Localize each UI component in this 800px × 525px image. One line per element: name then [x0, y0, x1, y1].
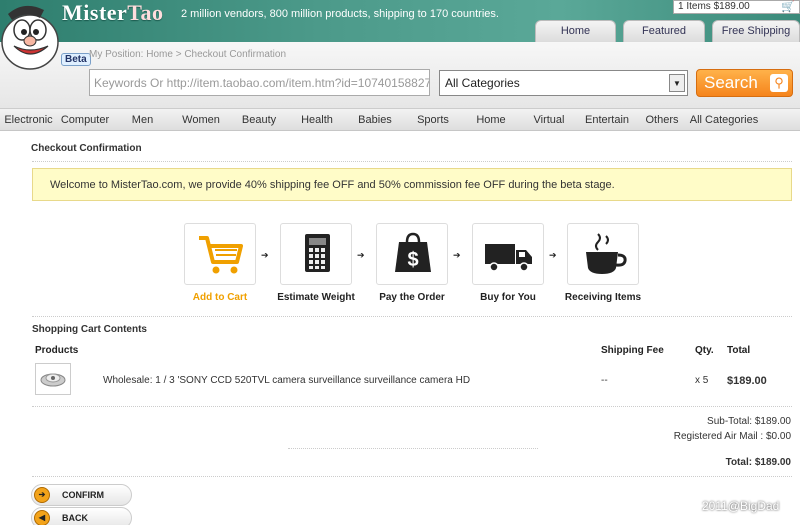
category-home[interactable]: Home [462, 109, 520, 130]
back-label: BACK [62, 513, 88, 523]
nav-home[interactable]: Home [535, 20, 616, 42]
cart-section-title: Shopping Cart Contents [32, 324, 147, 335]
cart-icon [199, 236, 243, 274]
page-title: Checkout Confirmation [31, 143, 142, 154]
coffee-cup-icon [586, 233, 627, 274]
product-name[interactable]: Wholesale: 1 / 3 'SONY CCD 520TVL camera… [103, 375, 470, 386]
arrow-right-icon: ➔ [453, 250, 461, 260]
divider [32, 406, 792, 407]
category-virtual[interactable]: Virtual [520, 109, 578, 130]
category-select[interactable]: All Categories ▼ [439, 70, 688, 96]
mini-cart-text: 1 Items $189.00 [678, 1, 750, 12]
brand-part1: Mister [62, 0, 128, 25]
step-buy-for-you [472, 223, 544, 285]
grand-total-value: $189.00 [754, 457, 791, 468]
cart-icon: 🛒 [781, 1, 795, 13]
category-men[interactable]: Men [113, 109, 172, 130]
category-health[interactable]: Health [288, 109, 346, 130]
category-others[interactable]: Others [636, 109, 688, 130]
top-header: MisterTao 2 million vendors, 800 million… [0, 0, 800, 70]
step-label-estimate-weight: Estimate Weight [277, 292, 355, 303]
top-nav: Home Featured Free Shipping [535, 20, 800, 42]
header-total: Total [727, 345, 751, 356]
grand-total: Total: $189.00 [726, 457, 791, 468]
truck-icon [485, 244, 532, 272]
category-babies[interactable]: Babies [346, 109, 404, 130]
watermark: 2011@BigDad [702, 499, 780, 513]
shipping-method: Registered Air Mail : $0.00 [673, 431, 791, 442]
shopping-bag-dollar-icon: $ [395, 232, 431, 272]
header-products: Products [35, 345, 79, 356]
back-button[interactable]: ◀ BACK [31, 507, 132, 525]
divider [32, 316, 792, 317]
welcome-notice: Welcome to MisterTao.com, we provide 40%… [32, 168, 792, 201]
product-qty: x 5 [695, 375, 709, 386]
nav-free-shipping[interactable]: Free Shipping [712, 20, 800, 42]
category-women[interactable]: Women [172, 109, 230, 130]
step-label-receiving-items: Receiving Items [564, 292, 642, 303]
tagline: 2 million vendors, 800 million products,… [181, 8, 499, 20]
step-label-pay-the-order: Pay the Order [379, 292, 445, 303]
header-shipping-fee: Shipping Fee [601, 345, 664, 356]
nav-featured[interactable]: Featured [623, 20, 705, 42]
confirm-button[interactable]: ➔ CONFIRM [31, 484, 132, 506]
category-computer[interactable]: Computer [57, 109, 113, 130]
step-receiving-items [567, 223, 639, 285]
arrow-right-icon: ➔ [549, 250, 557, 260]
brand-part2: Tao [127, 0, 164, 25]
divider [288, 448, 538, 449]
arrow-right-icon: ➔ [34, 487, 50, 503]
main-panel: Beta My Position: Home > Checkout Confir… [0, 42, 800, 525]
confirm-label: CONFIRM [62, 490, 104, 500]
breadcrumb: My Position: Home > Checkout Confirmatio… [89, 49, 287, 60]
header-qty: Qty. [695, 345, 714, 356]
category-all[interactable]: All Categories [688, 109, 760, 130]
product-total: $189.00 [727, 375, 767, 387]
divider [32, 476, 792, 477]
brand-name[interactable]: MisterTao [62, 0, 163, 26]
divider [32, 161, 792, 162]
step-label-add-to-cart: Add to Cart [192, 292, 248, 303]
search-button-label: Search [704, 73, 758, 92]
checkout-content: Checkout Confirmation Welcome to MisterT… [24, 131, 800, 525]
arrow-right-icon: ➔ [357, 250, 365, 260]
product-thumbnail[interactable] [35, 363, 71, 395]
calculator-icon [305, 234, 330, 272]
camera-icon [40, 373, 66, 387]
arrow-right-icon: ➔ [261, 250, 269, 260]
step-estimate-weight [280, 223, 352, 285]
search-input[interactable]: Keywords Or http://item.taobao.com/item.… [89, 69, 430, 96]
step-pay-the-order: $ [376, 223, 448, 285]
search-bar: Beta My Position: Home > Checkout Confir… [0, 42, 800, 109]
category-select-value: All Categories [445, 76, 520, 90]
step-add-to-cart [184, 223, 256, 285]
category-bar: Electronic Computer Men Women Beauty Hea… [0, 109, 800, 131]
welcome-text: Welcome to MisterTao.com, we provide 40%… [50, 179, 615, 191]
dropdown-arrow-icon[interactable]: ▼ [669, 74, 685, 92]
category-entertain[interactable]: Entertain [578, 109, 636, 130]
grand-total-label: Total: [725, 457, 753, 468]
arrow-left-icon: ◀ [34, 510, 50, 525]
category-beauty[interactable]: Beauty [230, 109, 288, 130]
category-sports[interactable]: Sports [404, 109, 462, 130]
svg-text:$: $ [407, 249, 418, 271]
category-electronic[interactable]: Electronic [0, 109, 57, 130]
mascot-logo-icon[interactable] [0, 0, 64, 70]
step-label-buy-for-you: Buy for You [480, 292, 536, 303]
mini-cart[interactable]: 1 Items $189.00 🛒 [673, 0, 800, 14]
beta-badge: Beta [61, 53, 91, 66]
search-button[interactable]: Search ⚲ [696, 69, 793, 97]
search-icon: ⚲ [770, 74, 788, 92]
product-shipping: -- [601, 375, 608, 386]
subtotal: Sub-Total: $189.00 [707, 416, 791, 427]
